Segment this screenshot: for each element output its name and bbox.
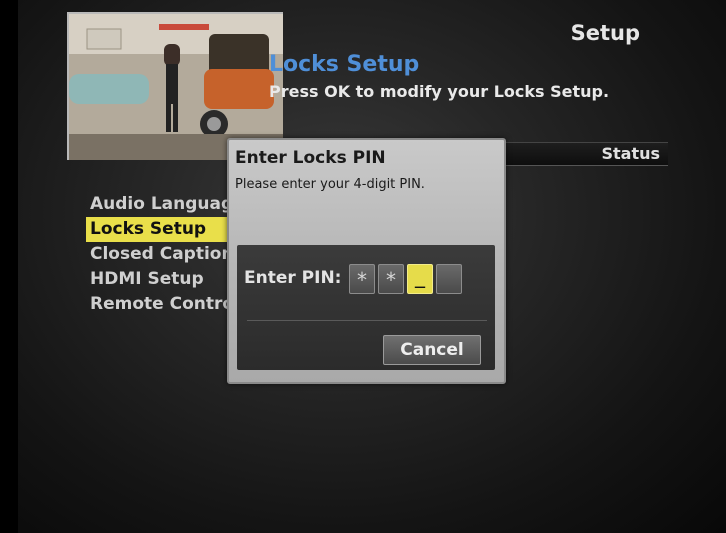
pin-digit-1[interactable]: * [349, 264, 375, 294]
section-title: Locks Setup [269, 52, 420, 77]
page-title: Setup [570, 21, 640, 45]
pin-entry-panel: Enter PIN: * * _ Cancel [237, 245, 495, 370]
pin-digit-4[interactable] [436, 264, 462, 294]
pin-label: Enter PIN: [244, 268, 342, 288]
tv-screen: Setup Locks Setup Press OK to modify you… [18, 0, 726, 533]
menu-item-audio-language[interactable]: Audio Language [86, 192, 240, 217]
pin-digit-3[interactable]: _ [407, 264, 433, 294]
dialog-divider [247, 320, 487, 321]
section-description: Press OK to modify your Locks Setup. [269, 82, 610, 101]
menu-item-closed-captioning[interactable]: Closed Captioning [86, 242, 240, 267]
setup-menu: Audio Language Locks Setup Closed Captio… [86, 192, 240, 317]
dialog-message: Please enter your 4-digit PIN. [235, 177, 425, 192]
dialog-title: Enter Locks PIN [235, 148, 386, 168]
status-label: Status [601, 144, 660, 163]
cancel-button[interactable]: Cancel [383, 335, 481, 365]
menu-item-remote-control[interactable]: Remote Control [86, 292, 240, 317]
menu-item-locks-setup[interactable]: Locks Setup [86, 217, 240, 242]
pin-digit-2[interactable]: * [378, 264, 404, 294]
menu-item-hdmi-setup[interactable]: HDMI Setup [86, 267, 240, 292]
pin-dialog: Enter Locks PIN Please enter your 4-digi… [227, 138, 506, 384]
